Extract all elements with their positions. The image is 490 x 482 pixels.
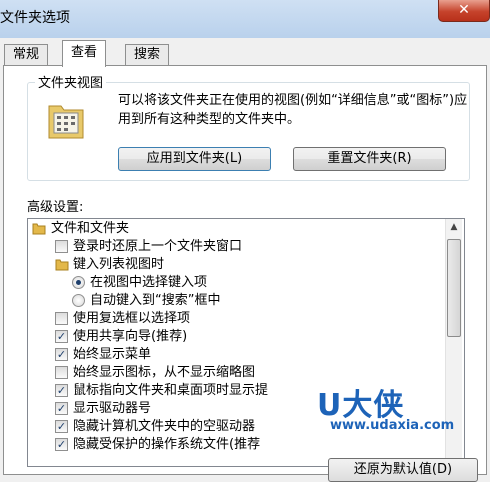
window-title: 文件夹选项 [0,10,70,26]
tree-item-label: 隐藏计算机文件夹中的空驱动器 [73,419,256,434]
checkbox[interactable]: ✓ [55,438,68,451]
tree-folder-files-and-folders: 文件和文件夹 [32,219,452,238]
tree-item-label: 在视图中选择键入项 [90,275,208,290]
apply-to-folders-button[interactable]: 应用到文件夹(L) [118,147,271,171]
tree-item-label: 登录时还原上一个文件夹窗口 [73,239,243,254]
watermark-url: www.udaxia.com [330,418,455,433]
tree-item-label: 使用复选框以选择项 [73,311,191,326]
checkbox[interactable] [55,366,68,379]
tree-item-label: 文件和文件夹 [51,221,130,236]
tree-item-label: 显示驱动器号 [73,401,152,416]
tree-item-label: 鼠标指向文件夹和桌面项时显示提 [73,383,269,398]
tree-item-label: 使用共享向导(推荐) [73,329,188,344]
tree-item-label: 隐藏受保护的操作系统文件(推荐 [73,437,261,452]
tree-item-label: 自动键入到“搜索”框中 [90,293,221,308]
checkbox[interactable]: ✓ [55,384,68,397]
scroll-thumb[interactable] [447,239,461,337]
tab-general[interactable]: 常规 [4,44,49,66]
checkbox[interactable]: ✓ [55,348,68,361]
tab-search[interactable]: 搜索 [125,44,170,66]
scroll-up-arrow-icon[interactable]: ▲ [446,219,462,236]
folder-view-title: 文件夹视图 [35,72,107,91]
reset-folders-button[interactable]: 重置文件夹(R) [293,147,446,171]
tree-checkbox-always-show-menus[interactable]: ✓ 始终显示菜单 [55,345,455,364]
tree-item-label: 键入列表视图时 [73,257,165,272]
folder-view-icon [48,105,84,139]
advanced-settings-label: 高级设置: [27,200,84,215]
tab-view[interactable]: 查看 [62,40,107,67]
restore-defaults-button[interactable]: 还原为默认值(D) [328,458,478,482]
title-bar: 文件夹选项 ✕ [0,0,490,38]
checkbox[interactable] [55,312,68,325]
tree-radio-select-in-view[interactable]: 在视图中选择键入项 [72,273,452,292]
tree-radio-type-into-search[interactable]: 自动键入到“搜索”框中 [72,291,452,310]
folder-view-description: 可以将该文件夹正在使用的视图(例如“详细信息”或“图标”)应用到所有这种类型的文… [118,93,468,127]
folder-icon [55,259,69,271]
tree-folder-typing-list-view: 键入列表视图时 [55,255,455,274]
close-button[interactable]: ✕ [438,0,490,22]
tab-strip: 常规 查看 搜索 [0,40,490,67]
tree-checkbox-sharing-wizard[interactable]: ✓ 使用共享向导(推荐) [55,327,455,346]
checkbox[interactable]: ✓ [55,420,68,433]
close-icon: ✕ [458,2,470,18]
radio-button[interactable] [72,294,85,307]
checkbox[interactable]: ✓ [55,330,68,343]
radio-button[interactable] [72,276,85,289]
tree-checkbox-hide-protected-files[interactable]: ✓ 隐藏受保护的操作系统文件(推荐 [55,435,455,454]
tree-item-label: 始终显示菜单 [73,347,152,362]
tree-checkbox-use-checkboxes[interactable]: 使用复选框以选择项 [55,309,455,328]
checkbox[interactable] [55,240,68,253]
folder-icon [32,223,46,235]
tree-checkbox-restore-windows[interactable]: 登录时还原上一个文件夹窗口 [55,237,455,256]
tree-item-label: 始终显示图标，从不显示缩略图 [73,365,256,380]
checkbox[interactable]: ✓ [55,402,68,415]
